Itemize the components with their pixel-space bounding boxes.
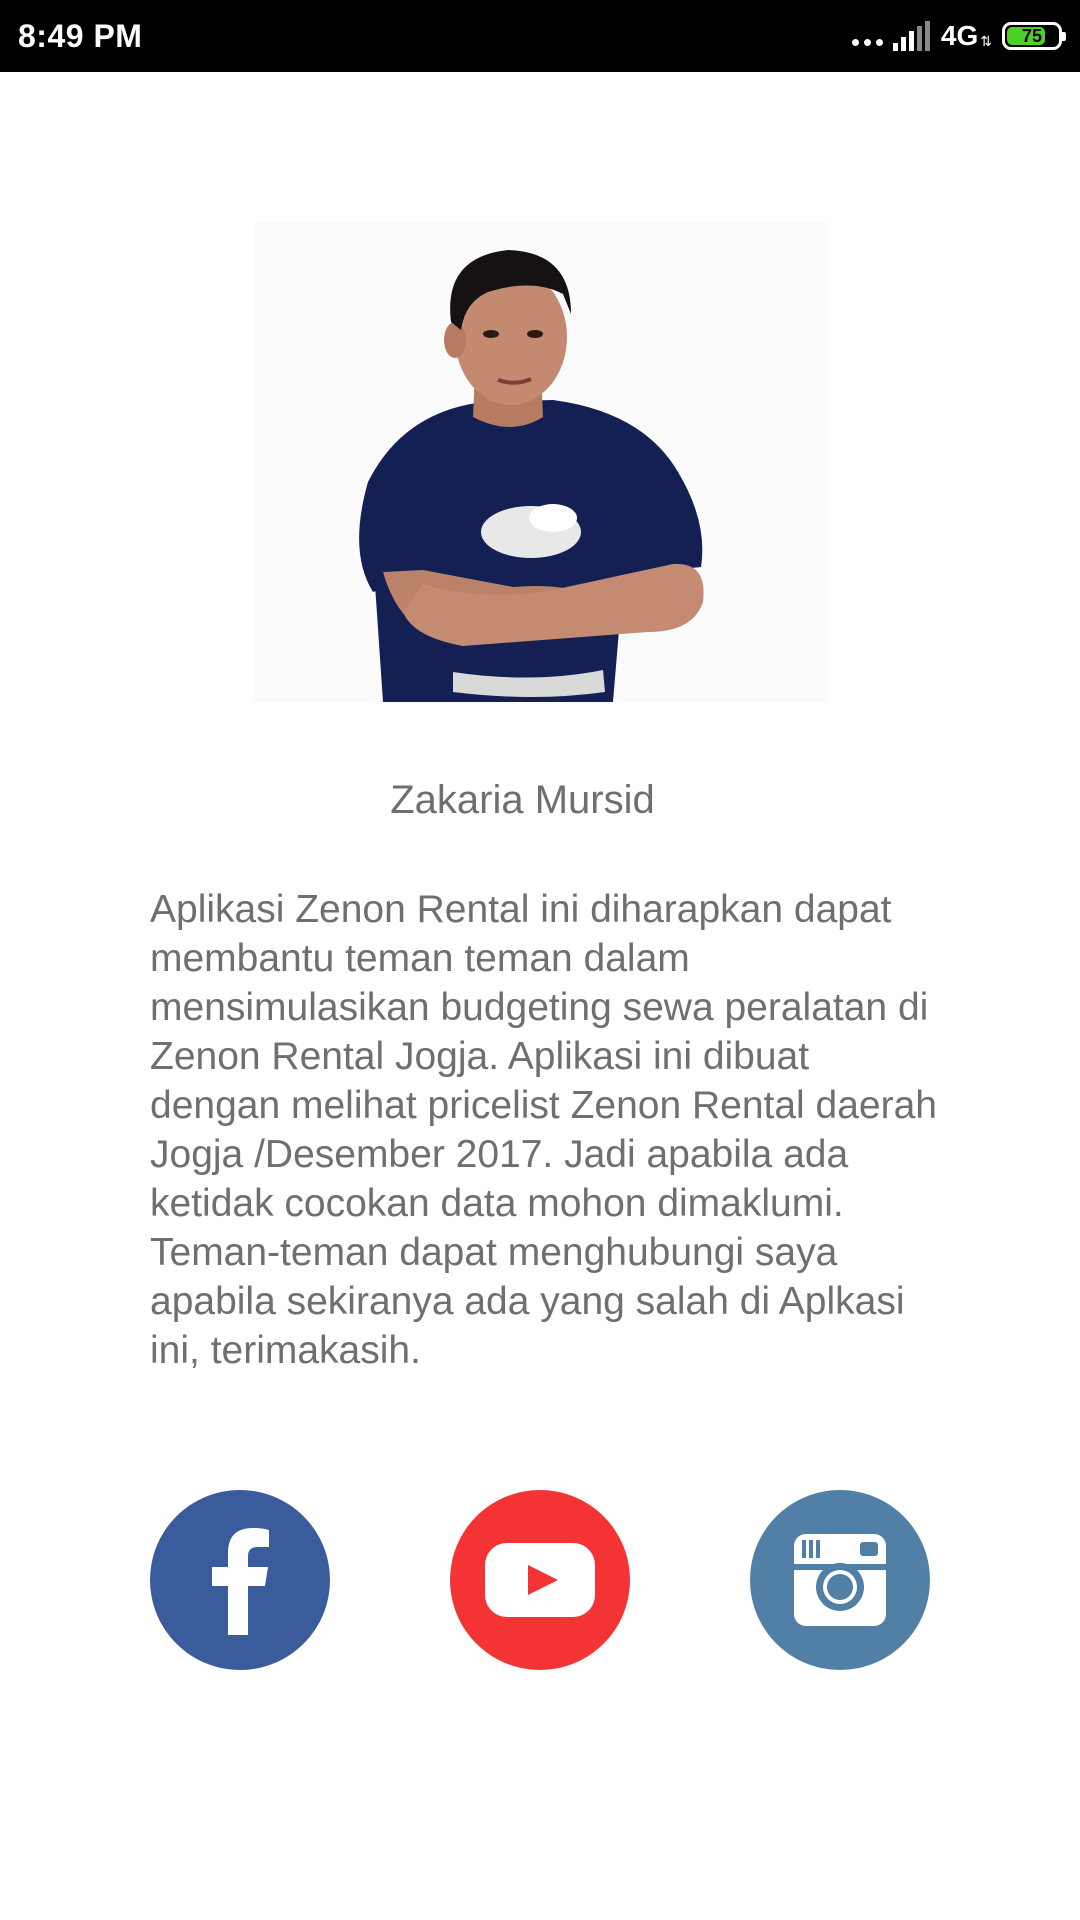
battery-level: 75	[1021, 25, 1043, 46]
instagram-button[interactable]	[750, 1490, 930, 1670]
youtube-icon	[485, 1543, 595, 1617]
status-time: 8:49 PM	[18, 18, 143, 54]
facebook-icon	[212, 1528, 269, 1635]
signal-strength-icon	[892, 21, 930, 51]
status-icons: 4G ⇅ 75	[851, 0, 1066, 72]
person-illustration	[359, 250, 704, 702]
data-activity-icon: ⇅	[980, 32, 992, 49]
youtube-button[interactable]	[450, 1490, 630, 1670]
status-bar: 8:49 PM 4G ⇅ 75	[0, 0, 1080, 72]
instagram-icon	[794, 1534, 886, 1626]
battery-icon: 75	[1002, 22, 1066, 50]
facebook-button[interactable]	[150, 1490, 330, 1670]
network-type-label: 4G	[940, 20, 979, 51]
profile-photo	[253, 222, 828, 702]
app-description: Aplikasi Zenon Rental ini diharapkan dap…	[150, 888, 937, 1372]
more-notifications-icon	[851, 26, 883, 46]
author-name: Zakaria Mursid	[390, 778, 655, 822]
